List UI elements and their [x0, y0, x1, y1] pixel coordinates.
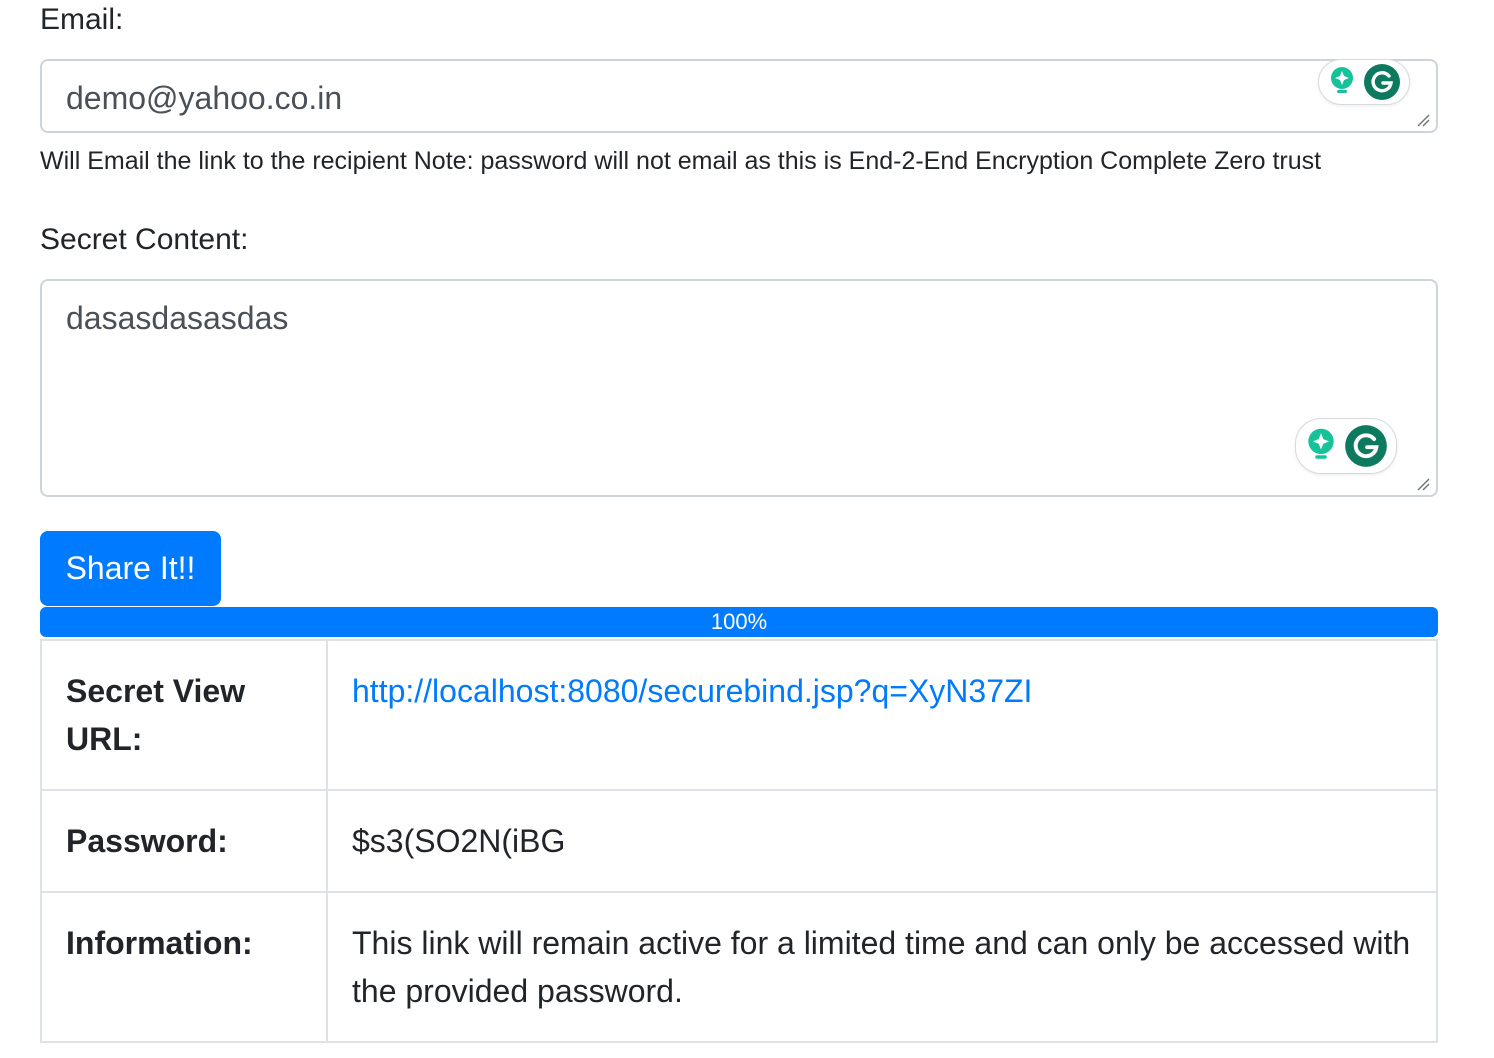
resize-grip-icon[interactable]	[1416, 477, 1430, 491]
upload-progress: 100%	[40, 607, 1438, 637]
email-field[interactable]: demo@yahoo.co.in	[40, 59, 1438, 133]
resize-grip-icon[interactable]	[1416, 113, 1430, 127]
share-secret-page: Email: demo@yahoo.co.in Will Email the l…	[0, 0, 1494, 1058]
information-key: Information:	[40, 891, 328, 1043]
share-button[interactable]: Share It!!	[40, 531, 221, 606]
email-help-text: Will Email the link to the recipient Not…	[40, 147, 1322, 175]
bulb-sparkle-icon[interactable]	[1329, 66, 1355, 98]
information-value: This link will remain active for a limit…	[326, 891, 1438, 1043]
grammarly-g-icon[interactable]	[1363, 63, 1401, 101]
result-table: Secret View URL: http://localhost:8080/s…	[40, 639, 1438, 1043]
password-value: $s3(SO2N(iBG	[326, 789, 1438, 893]
url-key: Secret View URL:	[40, 639, 328, 791]
grammarly-widget[interactable]	[1295, 418, 1397, 474]
secret-view-link[interactable]: http://localhost:8080/securebind.jsp?q=X…	[352, 673, 1032, 709]
secret-content-field[interactable]: dasasdasasdas	[40, 279, 1438, 497]
progress-bar: 100%	[40, 607, 1438, 637]
secret-content-value: dasasdasasdas	[66, 300, 289, 336]
grammarly-widget[interactable]	[1318, 59, 1410, 105]
url-value-cell: http://localhost:8080/securebind.jsp?q=X…	[326, 639, 1438, 791]
email-label: Email:	[40, 3, 124, 36]
bulb-sparkle-icon[interactable]	[1306, 427, 1336, 465]
secret-content-label: Secret Content:	[40, 223, 249, 256]
table-row: Information: This link will remain activ…	[40, 891, 1438, 1043]
password-key: Password:	[40, 789, 328, 893]
table-row: Secret View URL: http://localhost:8080/s…	[40, 639, 1438, 791]
table-row: Password: $s3(SO2N(iBG	[40, 789, 1438, 893]
grammarly-g-icon[interactable]	[1344, 424, 1388, 468]
email-value: demo@yahoo.co.in	[66, 80, 343, 116]
